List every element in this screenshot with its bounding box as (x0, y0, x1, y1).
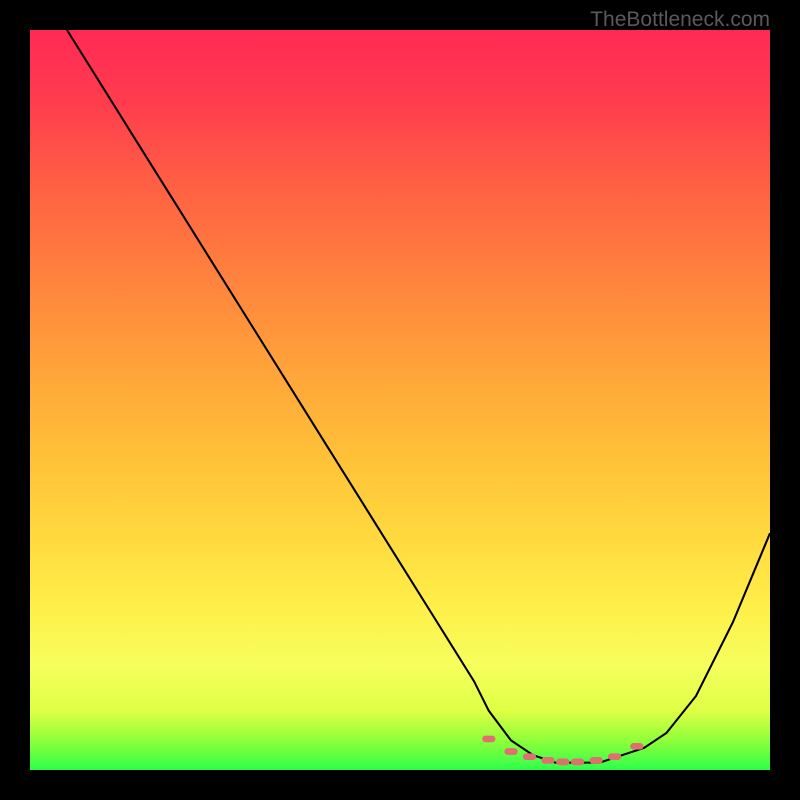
marker-dot (504, 748, 517, 755)
chart-plot-area (30, 30, 770, 770)
optimal-range-markers (482, 736, 643, 766)
marker-dot (608, 753, 621, 760)
marker-dot (589, 757, 602, 764)
marker-dot (482, 736, 495, 743)
bottleneck-curve-svg (30, 30, 770, 770)
marker-dot (630, 743, 643, 750)
attribution-text: TheBottleneck.com (590, 8, 770, 32)
marker-dot (541, 757, 554, 764)
bottleneck-curve-line (67, 30, 770, 763)
marker-dot (523, 753, 536, 760)
marker-dot (556, 759, 569, 766)
marker-dot (571, 759, 584, 766)
